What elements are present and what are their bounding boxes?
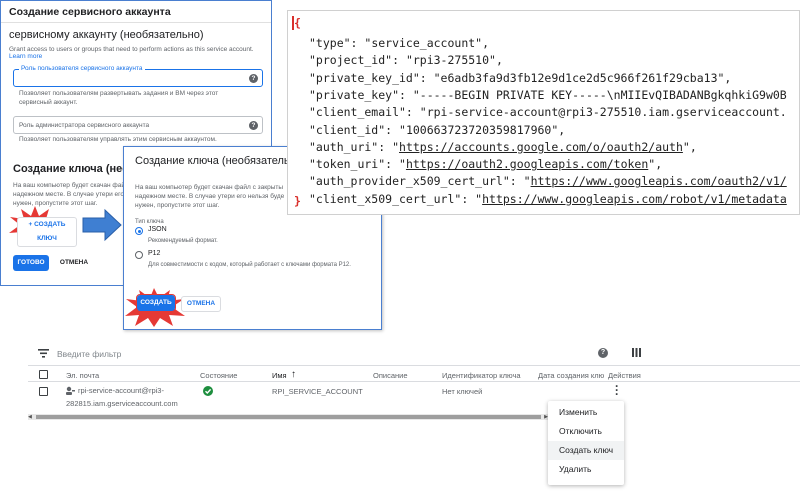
annotation-arrow-icon [82,208,122,242]
json-line: "auth_uri": "https://accounts.google.com… [309,140,697,154]
select-all-checkbox[interactable] [39,370,48,379]
json-line: "auth_provider_x509_cert_url": "https://… [309,174,787,188]
column-header-actions: Действия [608,371,641,380]
json-line: "private_key_id": "e6adb3fa9d3fb12e9d1ce… [309,71,731,85]
p12-hint: Для совместимости с кодом, который работ… [148,262,351,268]
dialog-description-line: нужен, пропустите этот шаг. [135,202,220,209]
create-key-button[interactable]: + СОЗДАТЬ КЛЮЧ [17,217,77,247]
json-key: "project_id": [309,53,406,68]
field-placeholder: Роль администратора сервисного аккаунта [19,122,150,129]
section-title: сервисному аккаунту (необязательно) [9,29,204,41]
json-line: "project_id": "rpi3-275510", [309,53,503,67]
json-key: "type": [309,36,365,50]
scroll-left-icon[interactable]: ◀ [28,414,32,420]
divider [28,381,800,382]
dialog-description-line: На ваш компьютер будет скачан файл с зак… [135,184,284,191]
create-button[interactable]: СОЗДАТЬ [136,294,176,312]
section-description: Grant access to users or groups that nee… [9,46,254,53]
help-icon[interactable]: ? [598,348,608,358]
sort-ascending-icon[interactable]: ↑ [291,369,296,380]
column-header-email[interactable]: Эл. почта [66,371,99,380]
p12-label: P12 [148,250,161,257]
json-key: "private_key_id": [309,70,434,85]
json-value: "-----BEGIN PRIVATE KEY-----\nMIIEvQIBAD… [412,87,787,102]
json-value: "service_account", [364,36,490,50]
scrollbar-thumb[interactable] [36,415,541,419]
field-helper-text: Позволяет пользователям развертывать зад… [19,90,219,106]
column-header-name[interactable]: Имя [272,371,287,380]
json-value[interactable]: "https://www.googleapis.com/robot/v1/met… [475,192,787,206]
json-label: JSON [148,226,167,233]
menu-item-edit[interactable]: Изменить [548,403,624,422]
row-email[interactable]: 282815.iam.gserviceaccount.com [66,399,178,408]
horizontal-scrollbar[interactable]: ◀ ▶ [28,414,548,420]
row-checkbox[interactable] [39,387,48,396]
json-value[interactable]: "https://oauth2.googleapis.com/token", [399,157,662,171]
cancel-button[interactable]: ОТМЕНА [53,255,95,271]
divider [28,365,800,366]
json-key: "token_uri": [309,157,400,172]
field-label: Роль пользователя сервисного аккаунта [19,65,145,72]
json-key: "client_id": [309,122,400,137]
service-account-user-role-field[interactable]: Роль пользователя сервисного аккаунта ? [13,65,263,87]
json-key: "private_key": [309,87,413,102]
more-actions-icon[interactable]: · · · [614,380,620,400]
json-line: "client_x509_cert_url": "https://www.goo… [309,192,787,206]
learn-more-link[interactable]: Learn more [9,53,42,60]
dialog-description-line: надежном месте. В случае утери его нельз… [135,193,285,200]
json-radio[interactable] [135,227,143,235]
menu-item-delete[interactable]: Удалить [548,460,624,479]
key-description-line: надежном месте. В случае утери его н [13,191,130,198]
json-value: "100663723720359817960", [399,122,566,137]
column-header-description[interactable]: Описание [373,371,408,380]
cancel-button[interactable]: ОТМЕНА [181,296,221,312]
json-line: "private_key": "-----BEGIN PRIVATE KEY--… [309,88,787,102]
json-open-brace: { [294,16,301,30]
service-account-admin-role-field[interactable]: Роль администратора сервисного аккаунта … [13,116,263,134]
status-ok-icon [203,386,213,396]
filter-icon[interactable] [38,349,49,358]
json-line: "client_id": "100663723720359817960", [309,123,565,137]
dialog-title: Создание ключа (необязательно) [135,155,306,167]
service-account-icon [66,386,75,395]
panel-header: Создание сервисного аккаунта [1,1,271,23]
field-helper-text: Позволяет пользователям управлять этим с… [19,136,217,143]
column-header-key-created[interactable]: Дата создания клю [538,371,604,380]
json-line: "token_uri": "https://oauth2.googleapis.… [309,157,662,171]
json-line: "type": "service_account", [309,36,489,50]
help-icon[interactable]: ? [249,121,258,130]
json-key: "auth_provider_x509_cert_url": [309,174,524,189]
column-header-key-id[interactable]: Идентификатор ключа [442,371,521,380]
row-actions-menu: Изменить Отключить Создать ключ Удалить [548,401,624,485]
row-email[interactable]: rpi-service-account@rpi3- [78,386,164,395]
p12-radio[interactable] [135,251,143,259]
row-key-id: Нет ключей [442,387,483,396]
filter-input[interactable]: Введите фильтр [57,349,121,359]
row-name: RPI_SERVICE_ACCOUNT [272,387,363,396]
key-description-line: На ваш компьютер будет скачан файл с [13,182,134,189]
json-value: "e6adb3fa9d3fb12e9d1ce2d5c966f261f29cba1… [433,70,732,85]
json-value: "rpi-service-account@rpi3-275510.iam.gse… [419,105,787,120]
json-close-brace: } [294,194,301,208]
json-key: "client_x509_cert_url": [309,191,476,206]
json-line: "client_email": "rpi-service-account@rpi… [309,105,787,119]
json-value[interactable]: "https://accounts.google.com/o/oauth2/au… [392,140,697,154]
done-button[interactable]: ГОТОВО [13,255,49,271]
menu-item-disable[interactable]: Отключить [548,422,624,441]
help-icon[interactable]: ? [249,74,258,83]
json-value: "rpi3-275510", [405,53,503,68]
column-header-status[interactable]: Состояние [200,371,237,380]
json-key-file-view: { "type": "service_account", "project_id"… [287,10,800,215]
json-key: "client_email": [309,105,420,120]
json-hint: Рекомендуемый формат. [148,238,218,244]
column-display-icon[interactable] [632,348,641,357]
json-key: "auth_uri": [309,139,393,154]
json-value[interactable]: "https://www.googleapis.com/oauth2/v1/ [524,174,787,188]
menu-item-create-key[interactable]: Создать ключ [548,441,624,460]
